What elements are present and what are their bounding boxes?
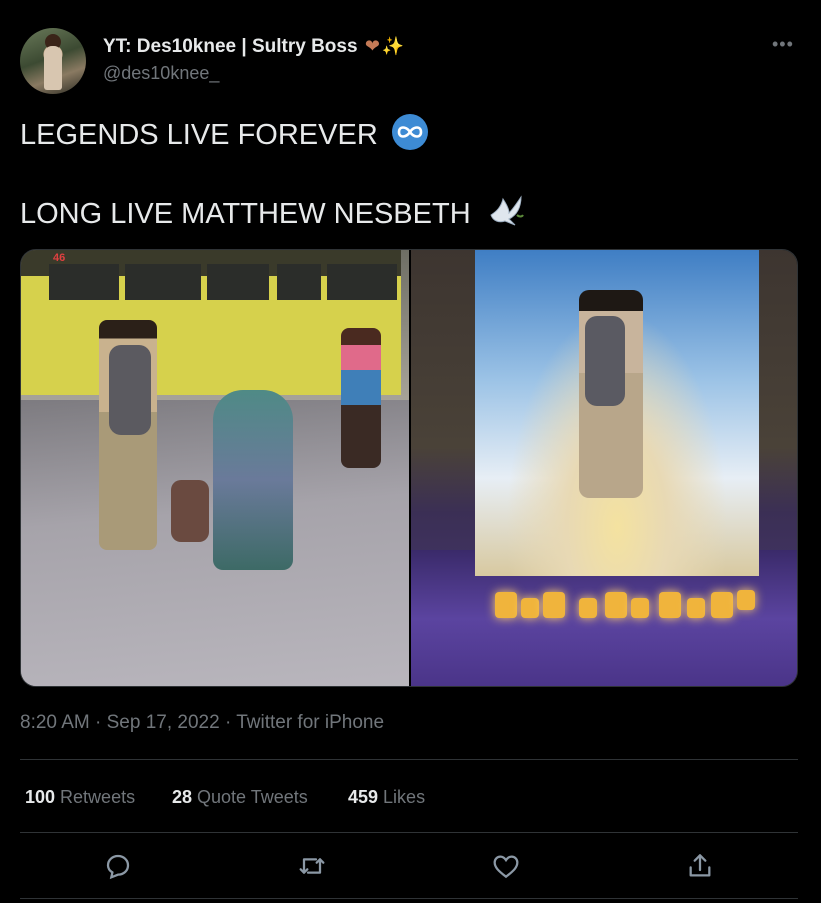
infinity-icon <box>391 114 428 150</box>
divider <box>20 832 798 833</box>
quotes-count: 28 <box>172 787 193 807</box>
candle <box>579 598 597 618</box>
avatar-figure-shape <box>44 46 62 90</box>
likes-count: 459 <box>348 787 379 807</box>
candle <box>711 592 733 618</box>
candle <box>543 592 565 618</box>
separator: · <box>224 712 232 733</box>
user-handle[interactable]: @des10knee_ <box>103 63 219 84</box>
more-options-icon[interactable]: ••• <box>772 34 794 55</box>
tweet-line-2-text: LONG LIVE MATTHEW NESBETH <box>20 198 471 230</box>
separator: · <box>95 712 102 733</box>
tweet-source[interactable]: Twitter for iPhone <box>236 712 384 733</box>
share-icon[interactable] <box>684 850 716 882</box>
action-bar <box>0 850 821 882</box>
divider <box>20 898 798 899</box>
candle <box>737 590 755 610</box>
bus-number: 46 <box>53 252 66 264</box>
likes-label: Likes <box>383 787 426 807</box>
display-name-text: YT: Des10knee | Sultry Boss <box>103 36 358 57</box>
dove-icon <box>487 193 525 240</box>
likes-stat[interactable]: 459 Likes <box>348 787 425 808</box>
retweets-stat[interactable]: 100 Retweets <box>25 787 135 808</box>
elderly-woman-figure <box>213 390 293 570</box>
quotes-label: Quote Tweets <box>197 787 308 807</box>
avatar[interactable] <box>20 28 86 94</box>
tweet-timestamp[interactable]: 8:20 AM · Sep 17, 2022 · Twitter for iPh… <box>20 712 384 734</box>
photo-street-scene[interactable]: 46 <box>21 250 409 686</box>
retweets-label: Retweets <box>60 787 136 807</box>
candle <box>495 592 517 618</box>
memorial-painting <box>475 250 759 576</box>
sparkles-icon: ✨ <box>381 36 405 56</box>
candle <box>521 598 539 618</box>
tweet-line-1-text: LEGENDS LIVE FOREVER <box>20 119 378 151</box>
backpack-shape <box>109 345 151 435</box>
divider <box>20 759 798 760</box>
quote-tweets-stat[interactable]: 28 Quote Tweets <box>172 787 308 808</box>
tweet-time: 8:20 AM <box>20 712 90 733</box>
tweet-date: Sep 17, 2022 <box>106 712 220 733</box>
tweet-media[interactable]: 46 <box>20 249 798 687</box>
candle <box>631 598 649 618</box>
tweet-line-1: LEGENDS LIVE FOREVER <box>20 114 800 155</box>
like-icon[interactable] <box>490 850 522 882</box>
display-name[interactable]: YT: Des10knee | Sultry Boss ❤ ✨ <box>103 36 404 58</box>
painted-backpack <box>585 316 625 406</box>
candle <box>659 592 681 618</box>
bystander-figure <box>341 328 381 468</box>
tweet-line-2: LONG LIVE MATTHEW NESBETH <box>20 193 800 240</box>
candle <box>687 598 705 618</box>
photo-memorial-painting[interactable] <box>411 250 797 686</box>
candle <box>605 592 627 618</box>
retweets-count: 100 <box>25 787 56 807</box>
bag-shape <box>171 480 209 542</box>
tweet-text: LEGENDS LIVE FOREVER LONG LIVE MATTHEW N… <box>20 114 800 240</box>
brown-heart-icon: ❤ <box>364 36 380 56</box>
retweet-icon[interactable] <box>296 850 328 882</box>
reply-icon[interactable] <box>102 850 134 882</box>
